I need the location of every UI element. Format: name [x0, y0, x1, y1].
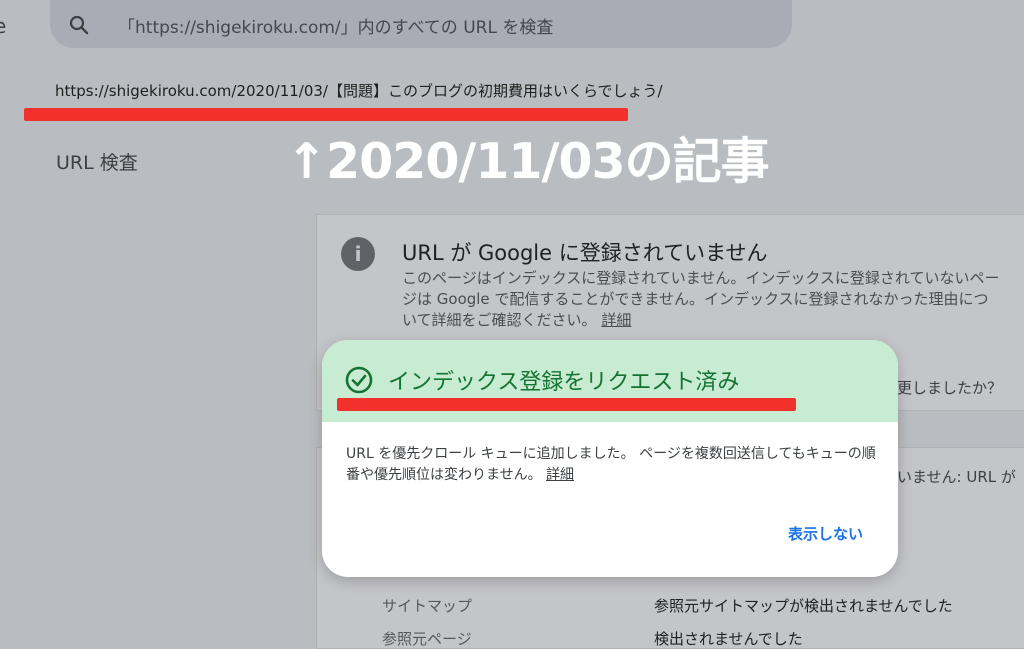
dialog-title-underline	[337, 398, 796, 411]
index-status-text: このページはインデックスに登録されていません。インデックスに登録されていないペー…	[402, 269, 1000, 329]
index-status-title: URL が Google に登録されていません	[402, 241, 768, 265]
index-status-description: このページはインデックスに登録されていません。インデックスに登録されていないペー…	[402, 268, 1002, 331]
referring-page-label: 参照元ページ	[382, 630, 472, 648]
details-link[interactable]: 詳細	[601, 311, 631, 329]
date-annotation: ↑2020/11/03の記事	[286, 133, 770, 190]
info-icon: i	[341, 237, 375, 271]
referring-page-value: 検出されませんでした	[654, 630, 803, 648]
coverage-status-text: いません: URL が	[897, 468, 1016, 486]
product-name-fragment: e	[0, 14, 7, 38]
indexing-requested-dialog: インデックス登録をリクエスト済み URL を優先クロール キューに追加しました。…	[322, 340, 898, 577]
search-input[interactable]: 「https://shigekiroku.com/」内のすべての URL を検査	[118, 13, 553, 38]
url-inspection-search-bar[interactable]: 「https://shigekiroku.com/」内のすべての URL を検査	[50, 0, 792, 48]
url-highlight-underline	[24, 108, 628, 121]
sitemap-value: 参照元サイトマップが検出されませんでした	[654, 597, 953, 615]
search-icon[interactable]	[68, 14, 90, 36]
dialog-message: URL を優先クロール キューに追加しました。 ページを複数回送信してもキューの…	[346, 444, 876, 486]
dialog-body-text: URL を優先クロール キューに追加しました。 ページを複数回送信してもキューの…	[346, 446, 876, 483]
inspected-url: https://shigekiroku.com/2020/11/03/【問題】こ…	[55, 82, 663, 100]
dialog-title: インデックス登録をリクエスト済み	[388, 370, 740, 395]
page-changed-prompt: 更しましたか？	[897, 379, 1003, 397]
check-circle-icon	[344, 365, 374, 395]
dialog-details-link[interactable]: 詳細	[546, 467, 574, 483]
sitemap-label: サイトマップ	[382, 597, 473, 615]
dismiss-button[interactable]: 表示しない	[788, 523, 863, 544]
page-title: URL 検査	[56, 152, 138, 174]
